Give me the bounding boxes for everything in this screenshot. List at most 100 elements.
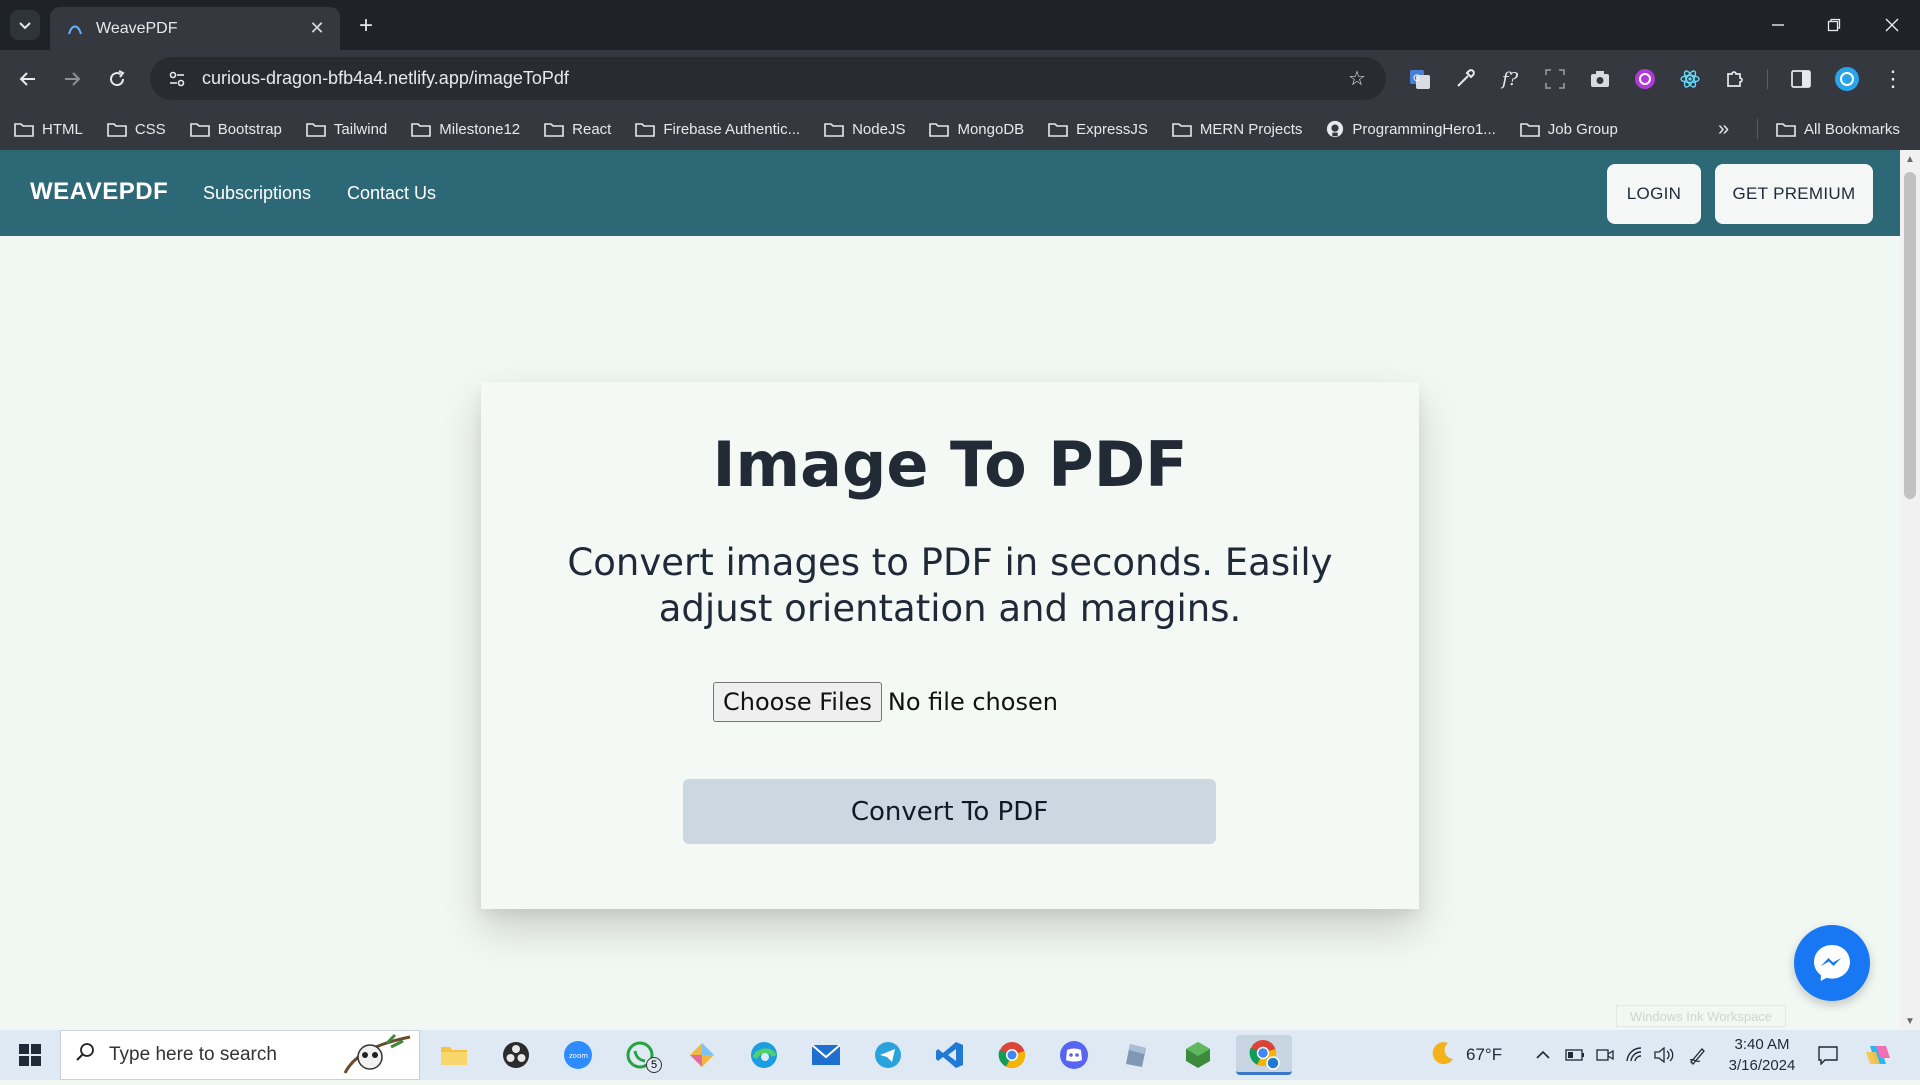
restore-icon[interactable]: [1814, 8, 1854, 42]
url-text[interactable]: curious-dragon-bfb4a4.netlify.app/imageT…: [202, 68, 1344, 89]
scroll-up-icon[interactable]: ▲: [1900, 150, 1920, 168]
chrome-profile-active-icon[interactable]: [1236, 1035, 1292, 1075]
side-panel-icon[interactable]: [1786, 64, 1816, 94]
reload-icon[interactable]: [100, 62, 134, 96]
site-settings-icon[interactable]: [166, 68, 188, 90]
color-picker-icon[interactable]: [1450, 64, 1480, 94]
zoom-icon[interactable]: zoom: [554, 1035, 602, 1075]
pen-workspace-icon[interactable]: [1688, 1030, 1708, 1080]
search-highlight-illustration: [325, 1033, 417, 1079]
folder-icon: [1519, 122, 1540, 137]
bookmark-folder-tailwind[interactable]: Tailwind: [306, 121, 387, 138]
moon-icon: [1430, 1040, 1456, 1071]
brand-logo[interactable]: WEAVEPDF: [30, 178, 168, 206]
notifications-icon[interactable]: [1817, 1030, 1839, 1080]
camera-device-icon[interactable]: [1596, 1030, 1614, 1080]
minimize-icon[interactable]: [1758, 8, 1798, 42]
windows-start-icon[interactable]: [10, 1039, 50, 1071]
tab-search-button[interactable]: [10, 10, 40, 40]
messenger-chat-button[interactable]: [1794, 925, 1870, 1001]
taskbar-search-box[interactable]: Type here to search: [60, 1030, 420, 1080]
address-bar[interactable]: curious-dragon-bfb4a4.netlify.app/imageT…: [150, 57, 1386, 100]
tab-title: WeavePDF: [96, 19, 178, 37]
bookmark-star-icon[interactable]: ☆: [1344, 66, 1370, 92]
browser-tab[interactable]: WeavePDF ✕: [50, 7, 340, 50]
translate-extension-icon[interactable]: G: [1405, 64, 1435, 94]
extensions-puzzle-icon[interactable]: [1720, 64, 1750, 94]
image-to-pdf-card: Image To PDF Convert images to PDF in se…: [481, 382, 1419, 909]
obs-studio-icon[interactable]: [492, 1035, 540, 1075]
bookmark-folder-bootstrap[interactable]: Bootstrap: [189, 121, 282, 138]
discord-icon[interactable]: [1050, 1035, 1098, 1075]
file-explorer-icon[interactable]: [430, 1035, 478, 1075]
profile-avatar[interactable]: [1832, 64, 1862, 94]
browser-menu-icon[interactable]: ⋮: [1878, 64, 1908, 94]
taskbar-clock[interactable]: 3:40 AM 3/16/2024: [1720, 1034, 1804, 1076]
browser-tab-bar: WeavePDF ✕ +: [0, 0, 1920, 50]
scroll-down-icon[interactable]: ▼: [1900, 1012, 1920, 1030]
whatsapp-icon[interactable]: 5: [616, 1035, 664, 1075]
chevron-down-icon: [19, 22, 31, 30]
get-premium-button[interactable]: GET PREMIUM: [1715, 164, 1873, 224]
scrollbar-thumb[interactable]: [1904, 172, 1916, 499]
font-finder-icon[interactable]: f?: [1495, 64, 1525, 94]
screenshot-selection-icon[interactable]: [1540, 64, 1570, 94]
forward-arrow-icon[interactable]: [55, 62, 89, 96]
chevron-up-icon: [1536, 1050, 1550, 1059]
bookmark-folder-html[interactable]: HTML: [14, 121, 83, 138]
nav-link-contact-us[interactable]: Contact Us: [347, 183, 436, 204]
messenger-icon: [1814, 945, 1850, 981]
weather-widget[interactable]: 67°F: [1430, 1030, 1502, 1080]
git-kraken-icon[interactable]: [678, 1035, 726, 1075]
camera-icon[interactable]: [1585, 64, 1615, 94]
mail-icon[interactable]: [802, 1035, 850, 1075]
nav-link-subscriptions[interactable]: Subscriptions: [203, 183, 311, 204]
close-window-icon[interactable]: [1872, 8, 1912, 42]
bookmark-folder-expressjs[interactable]: ExpressJS: [1048, 121, 1148, 138]
bookmark-folder-react[interactable]: React: [544, 121, 611, 138]
bookmark-folder-job-group[interactable]: Job Group: [1519, 121, 1618, 138]
bookmarks-bar: HTML CSS Bootstrap Tailwind Milestone12 …: [0, 108, 1920, 150]
vscode-icon[interactable]: [926, 1035, 974, 1075]
new-tab-button[interactable]: +: [352, 12, 380, 40]
choose-files-button[interactable]: Choose Files: [713, 682, 882, 722]
more-bookmarks-icon[interactable]: »: [1718, 108, 1729, 150]
toolbar-divider: [1767, 69, 1768, 89]
show-hidden-icons[interactable]: [1535, 1030, 1551, 1080]
copilot-icon[interactable]: [1864, 1030, 1892, 1080]
file-input[interactable]: Choose Files No file chosen: [713, 682, 1058, 722]
bookmark-label: React: [572, 120, 612, 138]
bookmark-programminghero[interactable]: ProgrammingHero1...: [1326, 120, 1496, 138]
volume-icon[interactable]: [1654, 1030, 1676, 1080]
bookmark-folder-css[interactable]: CSS: [107, 121, 166, 138]
wifi-icon[interactable]: [1625, 1030, 1645, 1080]
database-app-icon[interactable]: [1112, 1035, 1160, 1075]
telegram-icon[interactable]: [864, 1035, 912, 1075]
all-bookmarks-folder[interactable]: All Bookmarks: [1776, 108, 1900, 150]
all-bookmarks-label: All Bookmarks: [1804, 120, 1900, 138]
back-arrow-icon[interactable]: [11, 62, 45, 96]
bookmark-folder-mongodb[interactable]: MongoDB: [929, 121, 1024, 138]
bookmark-folder-firebase[interactable]: Firebase Authentic...: [635, 121, 800, 138]
page-scrollbar[interactable]: ▲ ▼: [1900, 150, 1920, 1030]
bookmark-label: HTML: [42, 120, 83, 138]
convert-to-pdf-button[interactable]: Convert To PDF: [683, 779, 1216, 844]
bookmark-folder-milestone12[interactable]: Milestone12: [411, 121, 520, 138]
folder-icon: [929, 122, 950, 137]
web-page: WEAVEPDF Subscriptions Contact Us LOGIN …: [0, 150, 1900, 1030]
bookmark-folder-mern-projects[interactable]: MERN Projects: [1172, 121, 1302, 138]
battery-icon[interactable]: [1565, 1030, 1585, 1080]
folder-icon: [14, 122, 34, 137]
chrome-icon[interactable]: [988, 1035, 1036, 1075]
react-devtools-icon[interactable]: [1675, 64, 1705, 94]
edge-browser-icon[interactable]: [740, 1035, 788, 1075]
bookmark-folder-nodejs[interactable]: NodeJS: [824, 121, 905, 138]
purple-extension-icon[interactable]: [1630, 64, 1660, 94]
folder-icon: [306, 122, 326, 137]
file-status-text: No file chosen: [887, 688, 1058, 716]
whatsapp-badge: 5: [646, 1057, 662, 1073]
login-button[interactable]: LOGIN: [1607, 164, 1701, 224]
nodejs-icon[interactable]: [1174, 1035, 1222, 1075]
close-tab-icon[interactable]: ✕: [306, 18, 328, 40]
search-placeholder: Type here to search: [109, 1044, 277, 1065]
